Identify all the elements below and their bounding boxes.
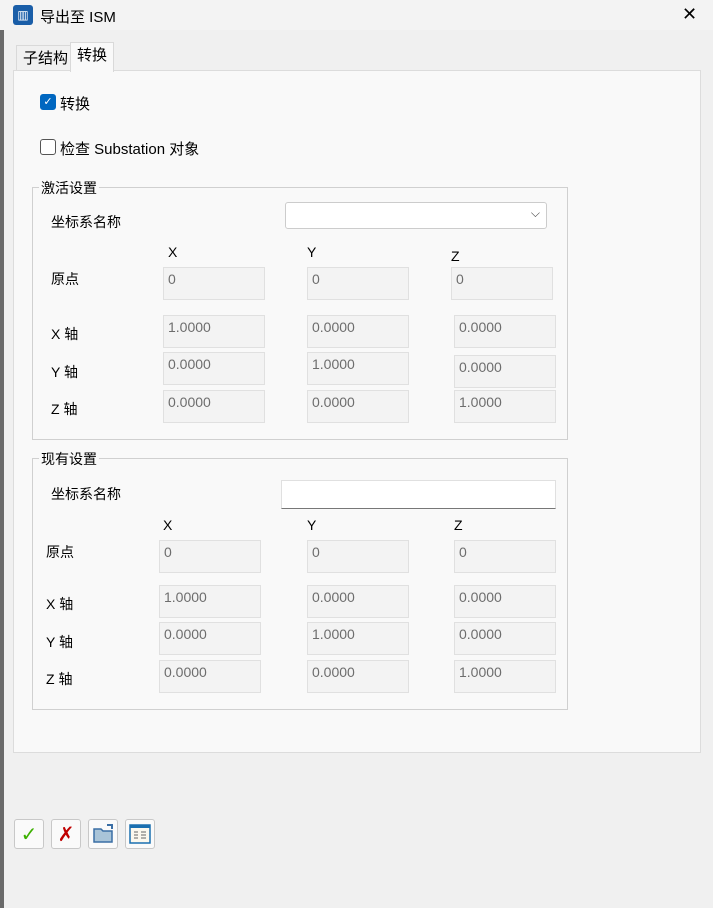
group-title: 现有设置 [39, 449, 99, 469]
col-z: Z [454, 517, 463, 533]
check-substation-checkbox[interactable] [40, 139, 56, 155]
open-button[interactable] [88, 819, 118, 849]
col-x: X [168, 244, 178, 260]
col-y: Y [307, 517, 317, 533]
xaxis-x-field[interactable]: 1.0000 [159, 585, 261, 618]
row-label: Y 轴 [51, 364, 78, 380]
origin-z-field[interactable]: 0 [451, 267, 553, 300]
row-label: 原点 [46, 544, 74, 560]
window-title: 导出至 ISM [40, 9, 116, 26]
row-label: Z 轴 [46, 671, 73, 687]
origin-x-field[interactable]: 0 [163, 267, 265, 300]
tab-substructure[interactable]: 子结构 [16, 45, 76, 71]
col-z: Z [451, 248, 460, 264]
xaxis-z-field[interactable]: 0.0000 [454, 585, 556, 618]
row-label: 原点 [51, 271, 79, 287]
table-button[interactable] [125, 819, 155, 849]
cancel-icon: ✗ [57, 823, 75, 846]
row-label: X 轴 [46, 596, 74, 612]
yaxis-y-field[interactable]: 1.0000 [307, 352, 409, 385]
cancel-button[interactable]: ✗ [51, 819, 81, 849]
yaxis-x-field[interactable]: 0.0000 [159, 622, 261, 655]
row-label: Y 轴 [46, 634, 73, 650]
origin-z-field[interactable]: 0 [454, 540, 556, 573]
col-y: Y [307, 244, 317, 260]
xaxis-y-field[interactable]: 0.0000 [307, 585, 409, 618]
tab-convert[interactable]: 转换 [70, 42, 115, 72]
background-window-edge [0, 30, 4, 908]
origin-y-field[interactable]: 0 [307, 267, 409, 300]
close-button[interactable]: ✕ [682, 4, 697, 25]
zaxis-z-field[interactable]: 1.0000 [454, 390, 556, 423]
origin-x-field[interactable]: 0 [159, 540, 261, 573]
xaxis-y-field[interactable]: 0.0000 [307, 315, 409, 348]
convert-label: 转换 [60, 96, 91, 113]
convert-checkbox[interactable]: ✓ [40, 94, 56, 110]
yaxis-z-field[interactable]: 0.0000 [454, 355, 556, 388]
title-bar: ▥ 导出至 ISM ✕ [0, 0, 713, 30]
col-x: X [163, 517, 173, 533]
origin-y-field[interactable]: 0 [307, 540, 409, 573]
xaxis-z-field[interactable]: 0.0000 [454, 315, 556, 348]
chevron-down-icon: ⌵ [530, 206, 540, 220]
zaxis-x-field[interactable]: 0.0000 [163, 390, 265, 423]
zaxis-y-field[interactable]: 0.0000 [307, 390, 409, 423]
ok-icon: ✓ [20, 823, 38, 846]
row-label: Z 轴 [51, 401, 78, 417]
open-folder-icon [93, 824, 113, 843]
yaxis-x-field[interactable]: 0.0000 [163, 352, 265, 385]
cs-name-label: 坐标系名称 [51, 214, 121, 230]
check-substation-label: 检查 Substation 对象 [60, 141, 200, 158]
zaxis-x-field[interactable]: 0.0000 [159, 660, 261, 693]
group-title: 激活设置 [39, 178, 99, 198]
yaxis-z-field[interactable]: 0.0000 [454, 622, 556, 655]
cs-name-dropdown[interactable]: ⌵ [285, 202, 547, 229]
yaxis-y-field[interactable]: 1.0000 [307, 622, 409, 655]
zaxis-z-field[interactable]: 1.0000 [454, 660, 556, 693]
row-label: X 轴 [51, 326, 79, 342]
zaxis-y-field[interactable]: 0.0000 [307, 660, 409, 693]
cs-name-input[interactable] [281, 480, 556, 509]
table-icon [129, 824, 151, 844]
xaxis-x-field[interactable]: 1.0000 [163, 315, 265, 348]
ok-button[interactable]: ✓ [14, 819, 44, 849]
cs-name-label: 坐标系名称 [51, 486, 121, 502]
app-icon: ▥ [13, 5, 33, 25]
